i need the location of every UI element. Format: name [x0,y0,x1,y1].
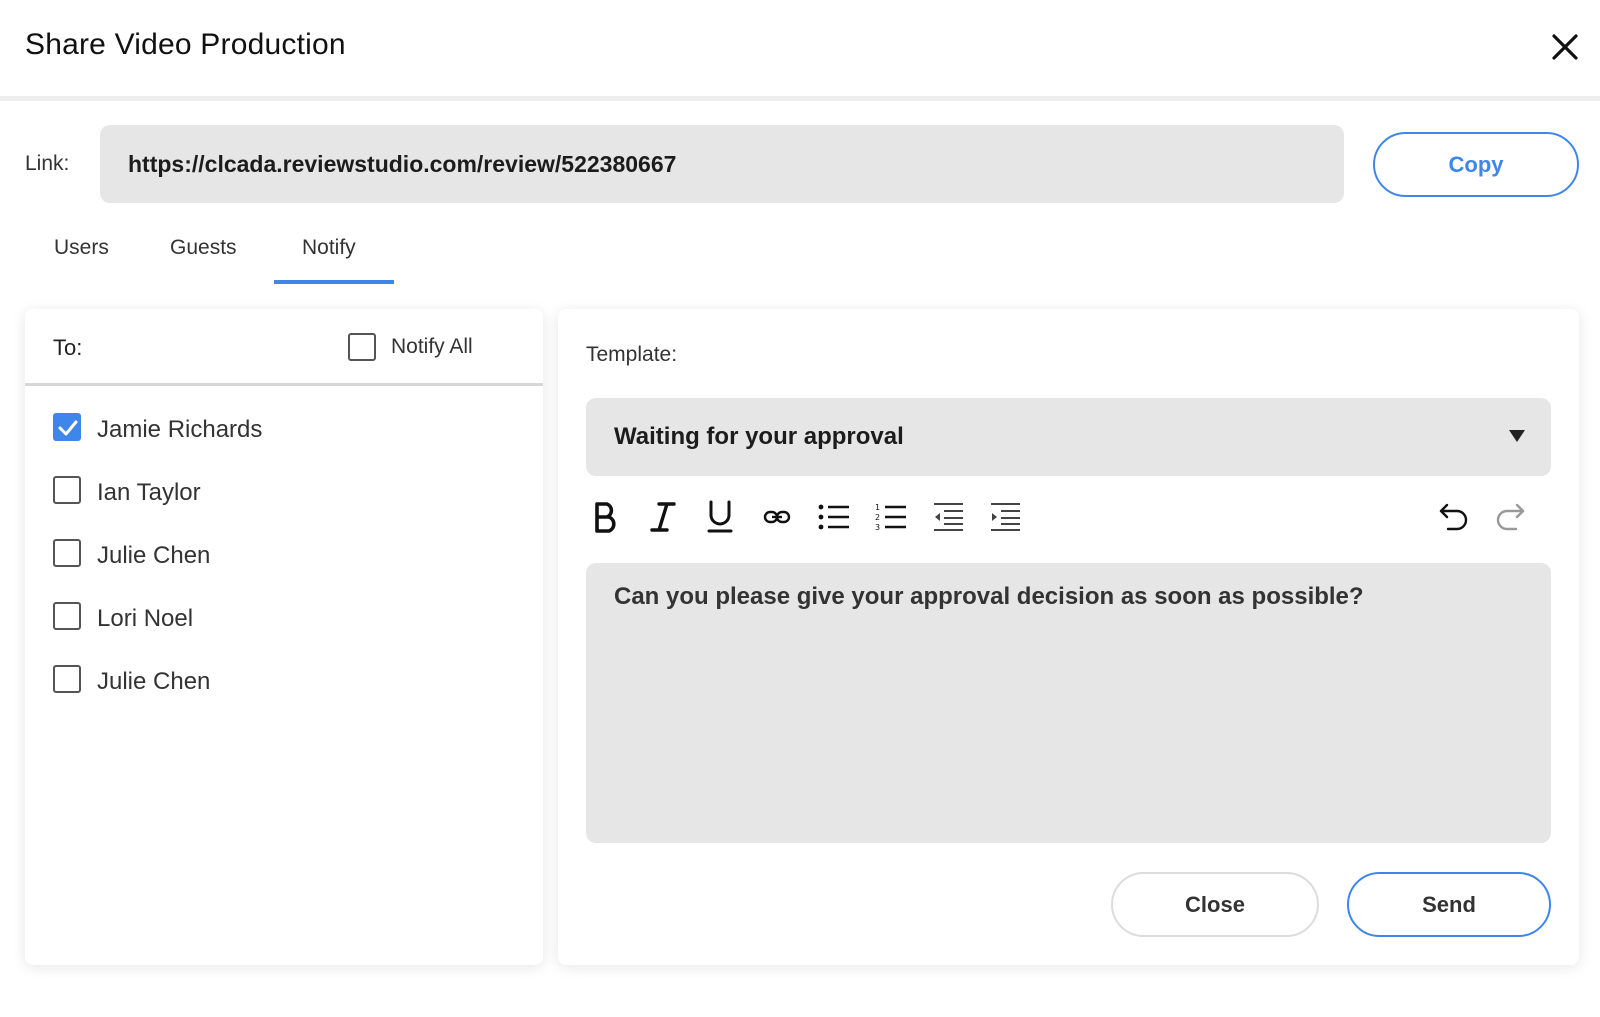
user-checkbox[interactable] [53,413,81,441]
message-editor[interactable]: Can you please give your approval decisi… [586,563,1551,843]
close-button[interactable]: Close [1111,872,1319,937]
template-select[interactable]: Waiting for your approval [586,398,1551,476]
list-item[interactable]: Julie Chen [25,533,543,577]
user-name: Julie Chen [97,542,211,569]
dialog-header: Share Video Production [0,0,1600,96]
list-item[interactable]: Jamie Richards [25,407,543,451]
to-label: To: [53,335,83,360]
checkmark-icon [58,420,78,436]
notify-all-checkbox[interactable] [348,333,376,361]
indent-icon[interactable] [985,497,1025,537]
user-name: Lori Noel [97,605,194,632]
list-item[interactable]: Lori Noel [25,596,543,640]
notify-all-label[interactable]: Notify All [391,335,473,359]
italic-icon[interactable] [643,497,683,537]
svg-text:3: 3 [875,523,880,532]
tab-users[interactable]: Users [54,236,109,260]
header-divider [0,96,1600,101]
user-name: Ian Taylor [97,479,201,506]
dialog-title: Share Video Production [25,28,346,61]
link-icon[interactable] [757,497,797,537]
svg-text:2: 2 [875,513,880,522]
user-checkbox[interactable] [53,665,81,693]
numbered-list-icon[interactable]: 123 [871,497,911,537]
active-tab-indicator [274,280,394,284]
user-checkbox[interactable] [53,476,81,504]
close-icon[interactable] [1548,30,1582,64]
svg-text:1: 1 [875,503,880,512]
caret-down-icon [1509,430,1525,442]
list-item[interactable]: Julie Chen [25,659,543,703]
user-name: Julie Chen [97,668,211,695]
underline-icon[interactable] [700,497,740,537]
link-label: Link: [25,152,70,175]
bulleted-list-icon[interactable] [814,497,854,537]
user-name: Jamie Richards [97,416,263,443]
outdent-icon[interactable] [928,497,968,537]
tab-guests[interactable]: Guests [170,236,237,260]
user-checkbox[interactable] [53,539,81,567]
recipients-panel: To: Notify All Jamie Richards Ian Taylor… [25,309,543,965]
list-item[interactable]: Ian Taylor [25,470,543,514]
link-url-field[interactable] [100,125,1344,203]
undo-icon[interactable] [1434,497,1474,537]
redo-icon[interactable] [1490,497,1530,537]
bold-icon[interactable] [586,497,626,537]
send-button[interactable]: Send [1347,872,1551,937]
template-selected-value: Waiting for your approval [614,423,904,450]
recipients-divider [25,383,543,386]
user-checkbox[interactable] [53,602,81,630]
tab-notify[interactable]: Notify [302,236,356,260]
copy-button[interactable]: Copy [1373,132,1579,197]
template-label: Template: [586,343,678,366]
message-panel: Template: Waiting for your approval 123 … [558,309,1579,965]
